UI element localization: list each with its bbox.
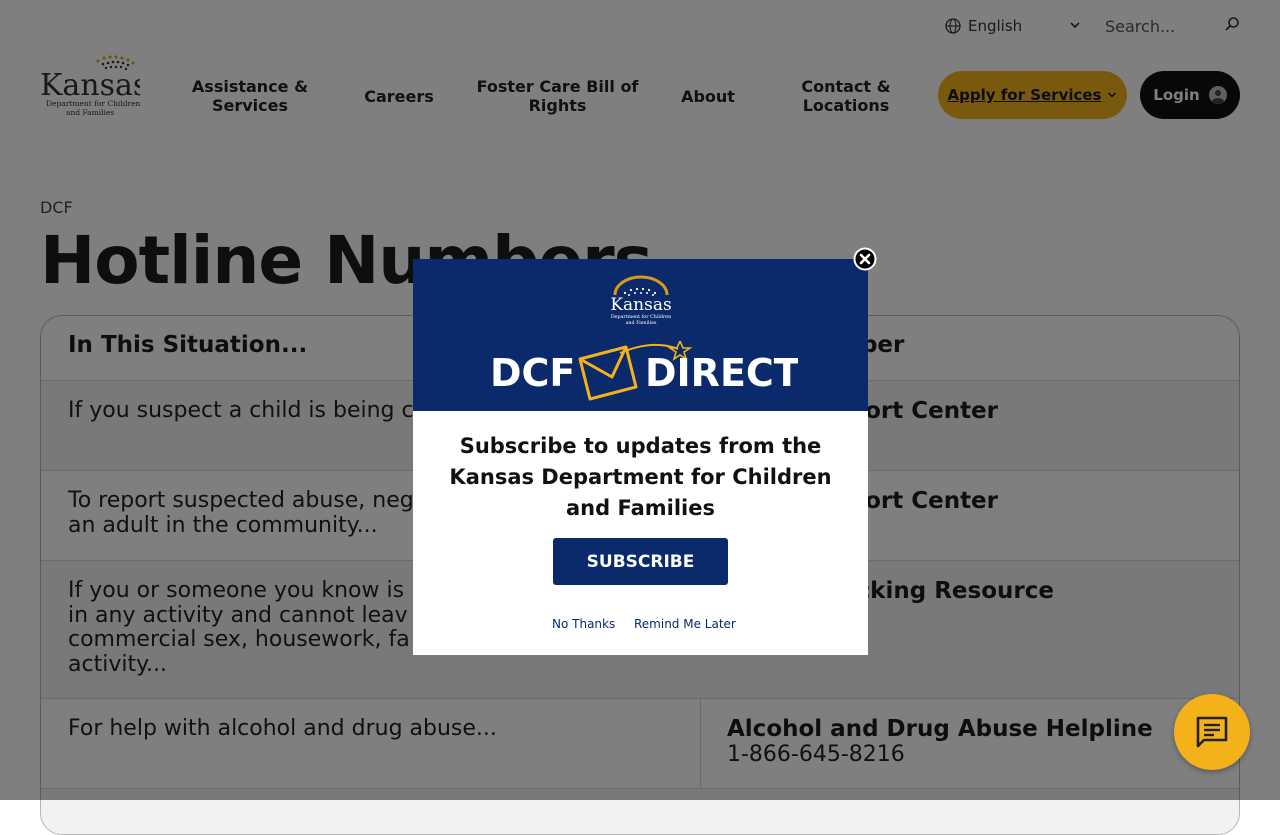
svg-text:Kansas: Kansas bbox=[610, 295, 671, 315]
svg-text:Department for Children: Department for Children bbox=[611, 314, 671, 320]
no-thanks-link[interactable]: No Thanks bbox=[552, 617, 615, 631]
close-icon[interactable] bbox=[853, 247, 877, 271]
remind-me-later-link[interactable]: Remind Me Later bbox=[634, 617, 736, 631]
modal-kansas-logo: Kansas Department for Children and Famil… bbox=[610, 275, 672, 326]
svg-text:and Families: and Families bbox=[626, 320, 657, 326]
modal-message: Subscribe to updates from the Kansas Dep… bbox=[449, 434, 832, 520]
modal-header: Kansas Department for Children and Famil… bbox=[413, 259, 868, 411]
chat-icon bbox=[1196, 716, 1228, 748]
subscribe-button[interactable]: SUBSCRIBE bbox=[553, 538, 728, 585]
dcf-direct-wordmark: DCF DIRECT bbox=[490, 341, 798, 401]
chat-button[interactable] bbox=[1174, 694, 1250, 770]
brand-dcf: DCF bbox=[490, 351, 575, 395]
subscribe-modal: Kansas Department for Children and Famil… bbox=[413, 259, 868, 655]
brand-direct: DIRECT bbox=[645, 351, 798, 395]
